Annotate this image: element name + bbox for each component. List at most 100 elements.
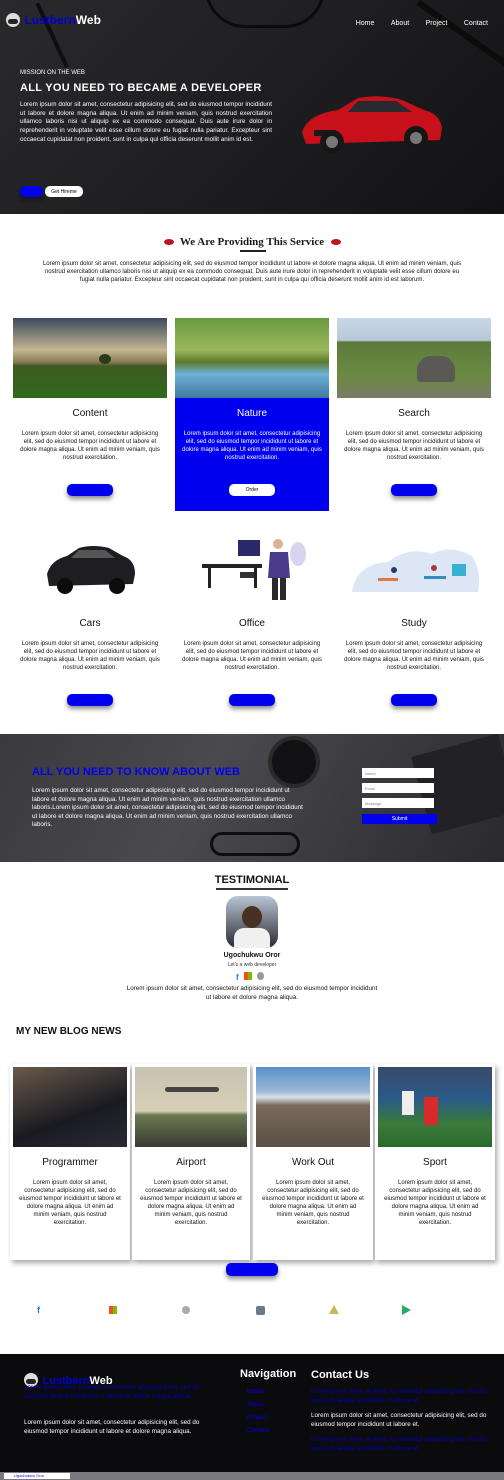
card-text: Lorem ipsum dolor sit amet, consectetur … xyxy=(344,431,484,461)
workout-photo xyxy=(256,1067,370,1147)
testimonial-name: Ugochukwu Oror xyxy=(223,952,281,959)
footer-nav-title: Navigation xyxy=(240,1368,297,1380)
card-text: Lorem ipsum dolor sit amet, consectetur … xyxy=(262,1180,364,1226)
card-text: Lorem ipsum dolor sit amet, consectetur … xyxy=(20,641,160,671)
know-section: ALL YOU NEED TO KNOW ABOUT WEB Lorem ips… xyxy=(0,734,504,862)
card-text: Lorem ipsum dolor sit amet, consectetur … xyxy=(20,431,160,461)
footer-nav: Home About Project Contact xyxy=(247,1385,269,1437)
know-paragraph: Lorem ipsum dolor sit amet, consectetur … xyxy=(32,787,303,829)
footer-nav-project[interactable]: Project xyxy=(247,1411,269,1424)
top-nav: Home About Project Contact xyxy=(344,12,488,30)
brand-part1: Lustbern xyxy=(24,13,76,27)
cars-button[interactable] xyxy=(67,694,113,706)
footer-contact-dim: Lorem ipsum dolor sit amet, consectetur … xyxy=(311,1388,487,1404)
play-store-icon[interactable] xyxy=(402,1305,411,1315)
nav-home[interactable]: Home xyxy=(356,20,375,27)
card-title: Nature xyxy=(236,408,267,419)
red-car-image xyxy=(302,96,442,154)
content-button[interactable] xyxy=(67,484,113,496)
testimonial-quote: Lorem ipsum dolor sit amet, consectetur … xyxy=(126,985,378,1001)
services-section: We Are Providing This Service Lorem ipsu… xyxy=(0,214,504,734)
testimonial-social-icons: f xyxy=(236,972,265,982)
card-text: Lorem ipsum dolor sit amet, consectetur … xyxy=(182,431,322,461)
services-intro: Lorem ipsum dolor sit amet, consectetur … xyxy=(42,260,462,283)
avatar xyxy=(226,896,278,948)
card-title: Airport xyxy=(176,1157,206,1168)
office-button[interactable] xyxy=(229,694,275,706)
shirt-shape xyxy=(234,928,270,948)
hero-eyebrow: MISSION ON THE WEB xyxy=(20,70,85,76)
avatar-icon xyxy=(6,12,20,27)
card-title: Cars xyxy=(79,618,101,629)
services-title: We Are Providing This Service xyxy=(179,236,325,248)
search-photo xyxy=(337,318,491,398)
name-field[interactable]: Name xyxy=(362,768,434,778)
nav-about[interactable]: About xyxy=(391,20,409,27)
content-photo xyxy=(13,318,167,398)
email-field[interactable]: Email xyxy=(362,783,434,793)
card-text: Lorem ipsum dolor sit amet, consectetur … xyxy=(182,641,322,671)
card-title: Work Out xyxy=(291,1157,335,1168)
hero-section: LustbernWeb Home About Project Contact M… xyxy=(0,0,504,214)
card-text: Lorem ipsum dolor sit amet, consectetur … xyxy=(344,641,484,671)
testimonial-role: Let's a web developer xyxy=(227,962,277,968)
footer-nav-about[interactable]: About xyxy=(247,1398,269,1411)
plane-shape xyxy=(165,1087,219,1092)
card-title: Office xyxy=(239,618,265,629)
search-button[interactable] xyxy=(391,484,437,496)
windows-icon[interactable] xyxy=(243,972,252,980)
player-shape xyxy=(402,1091,414,1115)
facebook-square-icon[interactable] xyxy=(256,1306,265,1315)
submit-button[interactable]: Submit xyxy=(362,814,437,824)
facebook-icon[interactable]: f xyxy=(37,1305,40,1315)
footer-about-dim: Lorem ipsum dolor sit amet, consectetur … xyxy=(24,1384,200,1400)
elephant-shape xyxy=(417,356,455,382)
card-text: Lorem ipsum dolor sit amet, consectetur … xyxy=(19,1180,121,1226)
windows-icon[interactable] xyxy=(109,1306,117,1314)
card-title: Sport xyxy=(423,1157,447,1168)
footer-contact-title: Contact Us xyxy=(311,1369,370,1381)
drive-icon[interactable] xyxy=(329,1305,339,1314)
glasses-decoration xyxy=(205,0,325,28)
card-text: Lorem ipsum dolor sit amet, consectetur … xyxy=(384,1180,486,1226)
card-title: Programmer xyxy=(42,1157,98,1168)
footer-contact-text: Lorem ipsum dolor sit amet, consectetur … xyxy=(311,1412,487,1428)
apple-icon[interactable] xyxy=(182,1306,190,1314)
footer: LustbernWeb Lorem ipsum dolor sit amet, … xyxy=(0,1354,504,1480)
hero-primary-button[interactable] xyxy=(20,186,43,197)
blog-more-button[interactable] xyxy=(226,1263,278,1276)
title-underline xyxy=(240,250,266,252)
study-button[interactable] xyxy=(391,694,437,706)
sunglasses-decoration xyxy=(210,832,300,856)
card-title: Content xyxy=(72,408,108,419)
footer-nav-contact[interactable]: Contact xyxy=(247,1424,269,1437)
apple-icon[interactable] xyxy=(257,972,265,980)
nature-button[interactable]: Order xyxy=(229,484,275,496)
testimonial-section: TESTIMONIAL Ugochukwu Oror Let's a web d… xyxy=(0,862,504,1012)
hero-title: ALL YOU NEED TO BECAME A DEVELOPER xyxy=(20,82,262,94)
credit-badge: Ugochukwu Oror xyxy=(4,1473,70,1479)
programmer-photo xyxy=(13,1067,127,1147)
brand-logo[interactable]: LustbernWeb xyxy=(6,11,101,29)
know-title: ALL YOU NEED TO KNOW ABOUT WEB xyxy=(32,766,240,778)
nav-contact[interactable]: Contact xyxy=(464,20,488,27)
footer-nav-home[interactable]: Home xyxy=(247,1385,269,1398)
airport-photo xyxy=(135,1067,247,1147)
footer-about: Lorem ipsum dolor sit amet, consectetur … xyxy=(24,1419,200,1435)
bottom-bar xyxy=(0,1472,504,1480)
message-field[interactable]: Message xyxy=(362,798,434,808)
blog-section: MY NEW BLOG NEWS Programmer Airport Work… xyxy=(0,1012,504,1354)
tree-shape xyxy=(99,354,111,364)
blog-title: MY NEW BLOG NEWS xyxy=(16,1026,122,1037)
card-title: Study xyxy=(401,618,427,629)
testimonial-title: TESTIMONIAL xyxy=(214,874,290,886)
testimonial-underline xyxy=(216,888,288,890)
facebook-icon[interactable]: f xyxy=(236,973,239,982)
nav-project[interactable]: Project xyxy=(426,20,448,27)
footer-contact-dim: Lorem ipsum dolor sit amet, consectetur … xyxy=(311,1436,487,1452)
brand-part2: Web xyxy=(75,13,101,27)
nature-photo xyxy=(175,318,329,398)
study-illustration xyxy=(352,549,480,592)
card-text: Lorem ipsum dolor sit amet, consectetur … xyxy=(140,1180,242,1226)
hero-secondary-button[interactable]: Get Hireme xyxy=(45,186,83,197)
